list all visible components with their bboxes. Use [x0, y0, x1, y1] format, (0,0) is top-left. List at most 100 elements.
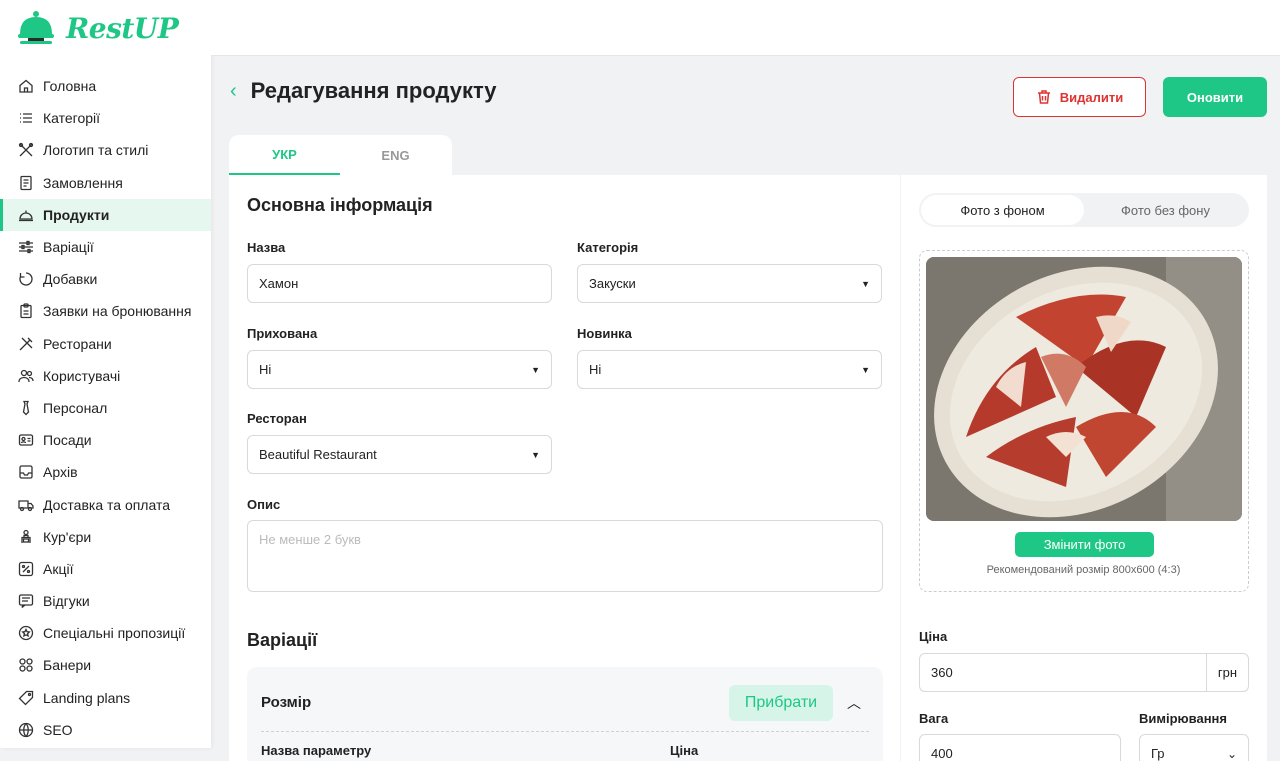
- sidebar-item-positions[interactable]: Посади: [0, 424, 211, 456]
- sidebar-item-label: Акції: [43, 560, 74, 577]
- top-bar: [211, 0, 1280, 56]
- page-header: ‹ Редагування продукту: [230, 78, 497, 104]
- sidebar-item-delivery[interactable]: Доставка та оплата: [0, 488, 211, 520]
- back-chevron-icon[interactable]: ‹: [230, 80, 237, 103]
- sidebar-item-users[interactable]: Користувачі: [0, 360, 211, 392]
- caret-down-icon: ▼: [531, 364, 540, 375]
- sidebar-item-landing-plans[interactable]: Landing plans: [0, 682, 211, 714]
- page-title: Редагування продукту: [250, 78, 497, 103]
- sidebar-item-label: Доставка та оплата: [43, 496, 170, 513]
- photo-size-hint: Рекомендований розмір 800x600 (4:3): [986, 564, 1181, 576]
- sidebar-item-orders[interactable]: Замовлення: [0, 167, 211, 199]
- weight-value: 400: [931, 746, 953, 761]
- tab-eng[interactable]: ENG: [340, 135, 451, 175]
- sidebar-item-home[interactable]: Головна: [0, 70, 211, 102]
- column-header-price: Ціна: [670, 743, 699, 758]
- hidden-label: Прихована: [247, 326, 318, 341]
- utensils-icon: [19, 337, 33, 351]
- sidebar-item-reviews[interactable]: Відгуки: [0, 585, 211, 617]
- cloche-logo-icon: [18, 11, 54, 44]
- grid-icon: [19, 658, 33, 673]
- category-value: Закуски: [589, 276, 636, 291]
- new-label: Новинка: [577, 326, 632, 341]
- addon-icon: [19, 272, 33, 286]
- delete-label: Видалити: [1059, 89, 1124, 105]
- clipboard-icon: [20, 303, 32, 319]
- description-textarea[interactable]: Не менше 2 букв: [247, 520, 883, 592]
- chat-icon: [18, 594, 34, 609]
- change-photo-button[interactable]: Змінити фото: [1015, 532, 1154, 557]
- product-photo: [926, 257, 1242, 521]
- archive-icon: [19, 465, 33, 479]
- sidebar-item-label: Відгуки: [43, 593, 90, 610]
- measure-value: Гр: [1151, 746, 1165, 761]
- restaurant-value: Beautiful Restaurant: [259, 447, 377, 462]
- sidebar-item-label: Головна: [43, 78, 97, 95]
- sidebar-item-variations[interactable]: Варіації: [0, 231, 211, 263]
- truck-icon: [18, 499, 34, 511]
- list-icon: [20, 113, 32, 123]
- hidden-select[interactable]: Ні ▼: [247, 350, 552, 389]
- language-tabs: УКР ENG: [229, 135, 452, 175]
- sidebar-item-bookings[interactable]: Заявки на бронювання: [0, 295, 211, 327]
- brand-name: RestUP: [66, 11, 179, 45]
- sidebar-item-label: Спеціальні пропозиції: [43, 625, 186, 642]
- sidebar-item-archive[interactable]: Архів: [0, 456, 211, 488]
- sidebar-item-label: Архів: [43, 464, 78, 481]
- chevron-up-icon[interactable]: ︿: [847, 693, 861, 713]
- update-button[interactable]: Оновити: [1163, 77, 1267, 117]
- sidebar-item-restaurants[interactable]: Ресторани: [0, 328, 211, 360]
- sidebar-item-label: Заявки на бронювання: [43, 303, 192, 320]
- id-card-icon: [18, 434, 34, 446]
- tab-photo-without-bg[interactable]: Фото без фону: [1084, 195, 1247, 225]
- brand-logo[interactable]: RestUP: [16, 8, 179, 48]
- column-header-param: Назва параметру: [261, 743, 372, 758]
- tag-icon: [18, 690, 34, 706]
- new-select[interactable]: Ні ▼: [577, 350, 882, 389]
- tab-photo-with-bg[interactable]: Фото з фоном: [921, 195, 1084, 225]
- courier-icon: [21, 529, 31, 543]
- photo-tabs: Фото з фоном Фото без фону: [919, 193, 1249, 227]
- cloche-icon: [19, 210, 33, 221]
- category-select[interactable]: Закуски ▼: [577, 264, 882, 303]
- restaurant-select[interactable]: Beautiful Restaurant ▼: [247, 435, 552, 474]
- sidebar-item-categories[interactable]: Категорії: [0, 102, 211, 134]
- sidebar-item-banners[interactable]: Банери: [0, 649, 211, 681]
- sidebar-item-label: Кур'єри: [43, 528, 92, 545]
- sidebar-item-special-offers[interactable]: Спеціальні пропозиції: [0, 617, 211, 649]
- price-unit: грн: [1206, 654, 1248, 691]
- weight-input[interactable]: 400: [919, 734, 1121, 761]
- sidebar-item-staff[interactable]: Персонал: [0, 392, 211, 424]
- tie-icon: [22, 400, 30, 416]
- sliders-icon: [19, 240, 33, 254]
- name-label: Назва: [247, 240, 286, 255]
- sidebar-item-addons[interactable]: Добавки: [0, 263, 211, 295]
- photo-dropzone[interactable]: Змінити фото Рекомендований розмір 800x6…: [919, 250, 1249, 592]
- name-input[interactable]: Хамон: [247, 264, 552, 303]
- sidebar-item-logo-styles[interactable]: Логотип та стилі: [0, 134, 211, 166]
- globe-icon: [18, 722, 34, 737]
- remove-variation-button[interactable]: Прибрати: [729, 685, 833, 721]
- price-value: 360: [931, 665, 953, 680]
- percent-icon: [18, 561, 34, 577]
- sidebar-item-label: Продукти: [43, 206, 110, 223]
- sidebar-item-couriers[interactable]: Кур'єри: [0, 521, 211, 553]
- delete-button[interactable]: Видалити: [1013, 77, 1146, 117]
- new-value: Ні: [589, 362, 602, 377]
- price-input[interactable]: 360 грн: [919, 653, 1249, 692]
- product-form: Основна інформація Назва Хамон Категорія…: [229, 175, 900, 761]
- sidebar-item-products[interactable]: Продукти: [0, 198, 211, 231]
- hidden-value: Ні: [259, 362, 272, 377]
- sidebar-item-label: Посади: [43, 432, 92, 449]
- sidebar-item-label: Користувачі: [43, 367, 121, 384]
- measure-select[interactable]: Гр ⌄: [1139, 734, 1249, 761]
- tab-ukr[interactable]: УКР: [229, 135, 340, 175]
- sidebar-item-seo[interactable]: SEO: [0, 714, 211, 746]
- sidebar-item-label: Варіації: [43, 239, 94, 256]
- weight-label: Вага: [919, 711, 949, 726]
- trash-icon: [1037, 90, 1050, 104]
- sidebar-item-promotions[interactable]: Акції: [0, 553, 211, 585]
- variation-group: Розмір Прибрати ︿ Назва параметру Ціна: [247, 667, 883, 761]
- chevron-down-icon: ⌄: [1226, 746, 1237, 761]
- description-label: Опис: [247, 497, 281, 512]
